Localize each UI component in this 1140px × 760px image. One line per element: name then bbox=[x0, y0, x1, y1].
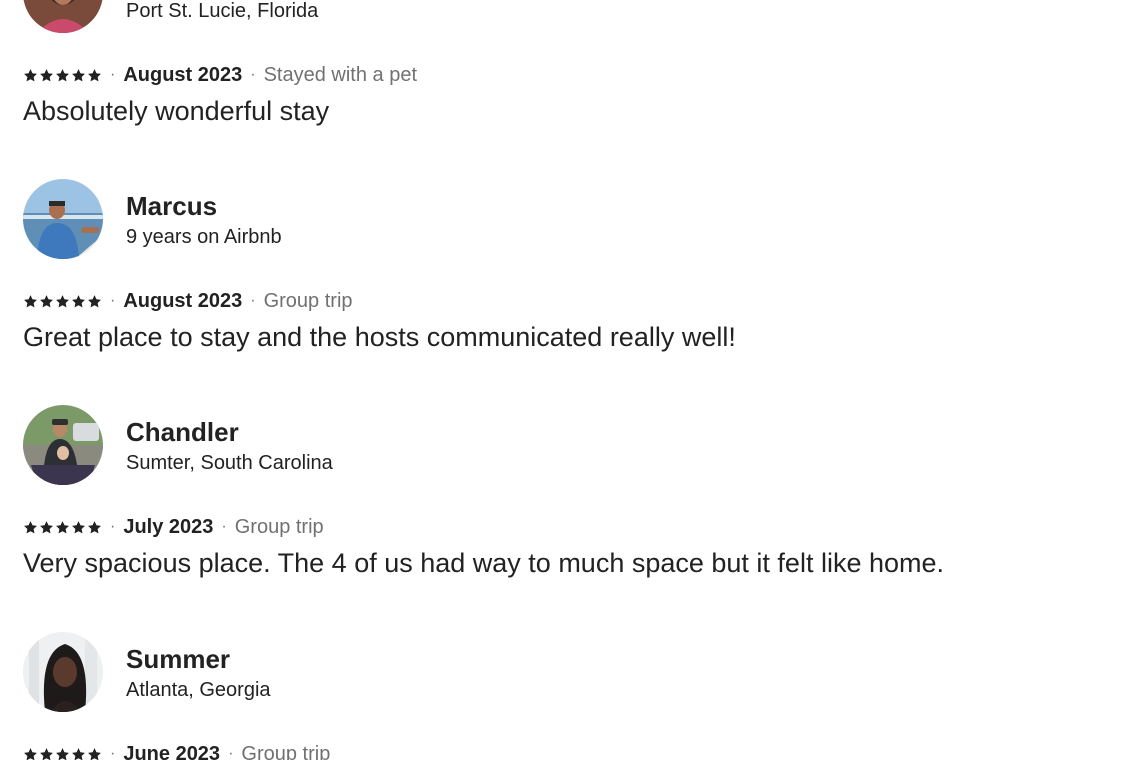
review-text: Very spacious place. The 4 of us had way… bbox=[23, 548, 945, 578]
star-icon bbox=[72, 68, 85, 81]
review-item: Summer Atlanta, Georgia · June 2023 · Gr… bbox=[23, 632, 1113, 760]
star-icon bbox=[72, 520, 85, 533]
review-meta: · July 2023 · Group trip bbox=[23, 514, 324, 540]
avatar[interactable] bbox=[23, 405, 103, 485]
reviewer-tenure: 9 years on Airbnb bbox=[126, 226, 282, 248]
review-item: Chandler Sumter, South Carolina · July 2… bbox=[23, 405, 1113, 578]
review-date: July 2023 bbox=[123, 516, 214, 538]
trip-type: Group trip bbox=[234, 516, 324, 538]
star-icon bbox=[88, 747, 101, 760]
star-icon bbox=[88, 520, 101, 533]
star-icon bbox=[24, 747, 37, 760]
reviewer-location: Atlanta, Georgia bbox=[126, 679, 271, 701]
reviews-list: Port St. Lucie, Florida · August 2023 · … bbox=[0, 0, 1140, 760]
reviewer-name: Marcus bbox=[126, 191, 218, 221]
star-icon bbox=[24, 68, 37, 81]
separator-dot: · bbox=[228, 745, 234, 760]
reviewer-header: Marcus 9 years on Airbnb bbox=[23, 179, 1113, 259]
separator-dot: · bbox=[110, 66, 116, 83]
star-icon bbox=[24, 294, 37, 307]
reviewer-header: Chandler Sumter, South Carolina bbox=[23, 405, 1113, 485]
reviewer-name: Summer bbox=[126, 644, 231, 674]
star-icon bbox=[72, 294, 85, 307]
star-icon bbox=[88, 294, 101, 307]
avatar[interactable] bbox=[23, 179, 103, 259]
star-icon bbox=[40, 520, 53, 533]
review-text: Absolutely wonderful stay bbox=[23, 96, 330, 126]
star-rating bbox=[23, 294, 102, 309]
review-item: Port St. Lucie, Florida · August 2023 · … bbox=[23, 0, 1113, 126]
star-icon bbox=[88, 68, 101, 81]
star-icon bbox=[40, 294, 53, 307]
reviewer-location: Sumter, South Carolina bbox=[126, 452, 333, 474]
star-rating bbox=[23, 747, 102, 760]
star-icon bbox=[56, 68, 69, 81]
reviewer-name: Chandler bbox=[126, 417, 239, 447]
review-date: August 2023 bbox=[123, 290, 243, 312]
star-icon bbox=[56, 520, 69, 533]
star-icon bbox=[72, 747, 85, 760]
review-meta: · August 2023 · Stayed with a pet bbox=[23, 62, 417, 88]
trip-type: Group trip bbox=[241, 743, 331, 760]
separator-dot: · bbox=[110, 518, 116, 535]
reviewer-header: Summer Atlanta, Georgia bbox=[23, 632, 1113, 712]
separator-dot: · bbox=[250, 292, 256, 309]
star-icon bbox=[40, 68, 53, 81]
review-meta: · August 2023 · Group trip bbox=[23, 288, 353, 314]
star-icon bbox=[56, 747, 69, 760]
review-date: August 2023 bbox=[123, 64, 243, 86]
review-item: Marcus 9 years on Airbnb · August 2023 ·… bbox=[23, 179, 1113, 352]
trip-type: Group trip bbox=[263, 290, 353, 312]
review-date: June 2023 bbox=[123, 743, 221, 760]
separator-dot: · bbox=[110, 292, 116, 309]
star-icon bbox=[24, 520, 37, 533]
avatar[interactable] bbox=[23, 0, 103, 33]
reviewer-header: Port St. Lucie, Florida bbox=[23, 0, 1113, 33]
reviewer-location: Port St. Lucie, Florida bbox=[126, 0, 319, 22]
star-icon bbox=[56, 294, 69, 307]
review-meta: · June 2023 · Group trip bbox=[23, 741, 330, 760]
review-text: Great place to stay and the hosts commun… bbox=[23, 322, 736, 352]
avatar[interactable] bbox=[23, 632, 103, 712]
separator-dot: · bbox=[221, 518, 227, 535]
separator-dot: · bbox=[110, 745, 116, 760]
star-rating bbox=[23, 68, 102, 83]
star-icon bbox=[40, 747, 53, 760]
star-rating bbox=[23, 520, 102, 535]
trip-type: Stayed with a pet bbox=[263, 64, 418, 86]
separator-dot: · bbox=[250, 66, 256, 83]
